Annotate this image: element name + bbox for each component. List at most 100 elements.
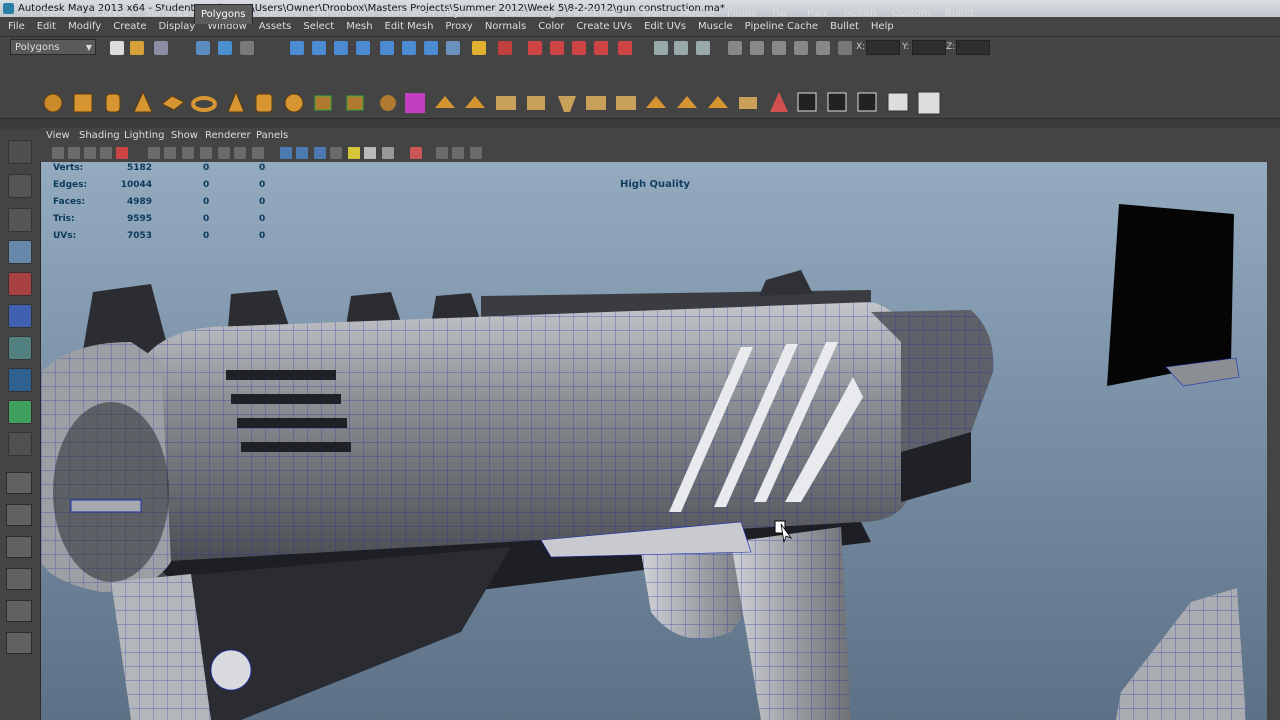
image-plane-icon[interactable] xyxy=(100,147,112,159)
hud-uvs-components: 0 xyxy=(259,231,266,241)
poly-cone-icon[interactable] xyxy=(133,90,153,113)
poly-torus-icon[interactable] xyxy=(191,96,217,112)
persp-hypershade-layout-icon[interactable] xyxy=(6,600,32,622)
xray-icon[interactable] xyxy=(436,147,448,159)
select-camera-icon[interactable] xyxy=(52,147,64,159)
single-perspective-layout-icon[interactable] xyxy=(6,472,32,494)
trigger-and-grip xyxy=(540,521,851,720)
textured-icon[interactable] xyxy=(330,147,342,159)
persp-graph-layout-icon[interactable] xyxy=(6,568,32,590)
extrude-icon[interactable] xyxy=(465,96,485,108)
perspective-viewport[interactable]: Verts: 5182 0 0 Edges: 10044 0 0 Faces: … xyxy=(41,162,1267,720)
separate-icon[interactable] xyxy=(346,95,364,111)
xray-active-icon[interactable] xyxy=(470,147,482,159)
shadows-icon[interactable] xyxy=(364,147,376,159)
rotate-tool-icon[interactable] xyxy=(8,272,32,296)
isolate-select-icon[interactable] xyxy=(410,147,422,159)
camera-attributes-icon[interactable] xyxy=(68,147,80,159)
bevel-icon[interactable] xyxy=(435,96,455,108)
wedge-icon[interactable] xyxy=(677,96,697,108)
hud-uvs-selected: 0 xyxy=(203,231,210,241)
hud-uvs-label: UVs: xyxy=(53,231,77,241)
poly-cylinder-icon[interactable] xyxy=(105,93,121,113)
grid-icon[interactable] xyxy=(116,147,128,159)
ambient-occlusion-icon[interactable] xyxy=(382,147,394,159)
hud-faces-components: 0 xyxy=(259,197,266,207)
poly-soccer-ball-icon[interactable] xyxy=(284,93,304,113)
select-tool-icon[interactable] xyxy=(8,140,32,164)
hud-faces-label: Faces: xyxy=(53,197,86,207)
hud-edges-label: Edges: xyxy=(53,180,88,190)
bookmark-icon[interactable] xyxy=(84,147,96,159)
gun-model-render xyxy=(41,204,1246,720)
safe-title-icon[interactable] xyxy=(234,147,246,159)
bridge-icon[interactable] xyxy=(496,96,516,110)
panel-menu-renderer[interactable]: Renderer xyxy=(205,130,251,141)
shelf-icon-strip xyxy=(43,90,941,115)
hud-edges-value: 10044 xyxy=(120,180,152,190)
gate-mask-icon[interactable] xyxy=(182,147,194,159)
smooth-shade-icon[interactable] xyxy=(296,147,308,159)
poly-sphere-icon[interactable] xyxy=(43,93,63,113)
uv-checker-icon-4[interactable] xyxy=(887,92,909,112)
uv-checker-icon-2[interactable] xyxy=(827,92,847,112)
z-coord-field[interactable] xyxy=(956,40,990,55)
xray-joints-icon[interactable] xyxy=(452,147,464,159)
offset-edge-loop-icon[interactable] xyxy=(616,96,636,110)
use-all-lights-icon[interactable] xyxy=(348,147,360,159)
persp-outliner-layout-icon[interactable] xyxy=(6,536,32,558)
hud-tris-selected: 0 xyxy=(203,214,210,224)
append-icon[interactable] xyxy=(527,96,545,110)
four-view-layout-icon[interactable] xyxy=(6,504,32,526)
smooth-icon[interactable] xyxy=(405,93,425,113)
soft-mod-tool-icon[interactable] xyxy=(8,368,32,392)
hud-verts-selected: 0 xyxy=(203,163,210,173)
uv-checker-icon-3[interactable] xyxy=(857,92,877,112)
show-manipulator-icon[interactable] xyxy=(8,400,32,424)
move-tool-icon[interactable] xyxy=(8,240,32,264)
partial-mesh-object xyxy=(1116,588,1246,720)
poly-plane-icon[interactable] xyxy=(161,95,185,111)
panel-menu-lighting[interactable]: Lighting xyxy=(124,130,164,141)
lasso-tool-icon[interactable] xyxy=(8,174,32,198)
hud-verts-components: 0 xyxy=(259,163,266,173)
safe-action-icon[interactable] xyxy=(218,147,230,159)
universal-manipulator-icon[interactable] xyxy=(8,336,32,360)
panel-menu-view[interactable]: View xyxy=(46,130,70,141)
hud-edges-selected: 0 xyxy=(203,180,210,190)
last-tool-icon[interactable] xyxy=(8,432,32,456)
viewport-right-frame xyxy=(1267,128,1280,720)
hud-tris-value: 9595 xyxy=(126,214,152,224)
panel-menubar: View Shading Lighting Show Renderer Pane… xyxy=(40,128,1267,144)
merge-icon[interactable] xyxy=(770,92,788,112)
panel-menu-panels[interactable]: Panels xyxy=(256,130,288,141)
insert-edge-loop-icon[interactable] xyxy=(586,96,606,110)
poke-icon[interactable] xyxy=(646,96,666,108)
field-chart-icon[interactable] xyxy=(200,147,212,159)
front-muzzle xyxy=(41,342,171,592)
reference-plane-object xyxy=(1107,204,1240,387)
wireframe-on-shaded-icon[interactable] xyxy=(314,147,326,159)
scale-tool-icon[interactable] xyxy=(8,304,32,328)
hud-faces-value: 4989 xyxy=(126,197,152,207)
split-icon[interactable] xyxy=(558,96,576,112)
resolution-gate-icon[interactable] xyxy=(164,147,176,159)
combine-icon[interactable] xyxy=(314,95,332,111)
panel-menu-shading[interactable]: Shading xyxy=(79,130,120,141)
extract-icon[interactable] xyxy=(380,95,396,111)
poly-cube-icon[interactable] xyxy=(73,93,93,113)
duplicate-face-icon[interactable] xyxy=(708,96,728,108)
hud-verts-value: 5182 xyxy=(126,163,152,173)
uv-checker-icon-1[interactable] xyxy=(797,92,817,112)
text-hud-icon[interactable] xyxy=(252,147,264,159)
custom-layout-icon[interactable] xyxy=(6,632,32,654)
hud-faces-selected: 0 xyxy=(203,197,210,207)
paint-select-tool-icon[interactable] xyxy=(8,208,32,232)
poly-prism-icon[interactable] xyxy=(227,90,245,113)
wireframe-icon[interactable] xyxy=(280,147,292,159)
poly-pipe-icon[interactable] xyxy=(255,93,273,113)
uv-texture-editor-icon[interactable] xyxy=(917,91,941,115)
panel-menu-show[interactable]: Show xyxy=(171,130,198,141)
mirror-icon[interactable] xyxy=(739,97,757,109)
film-gate-icon[interactable] xyxy=(148,147,160,159)
